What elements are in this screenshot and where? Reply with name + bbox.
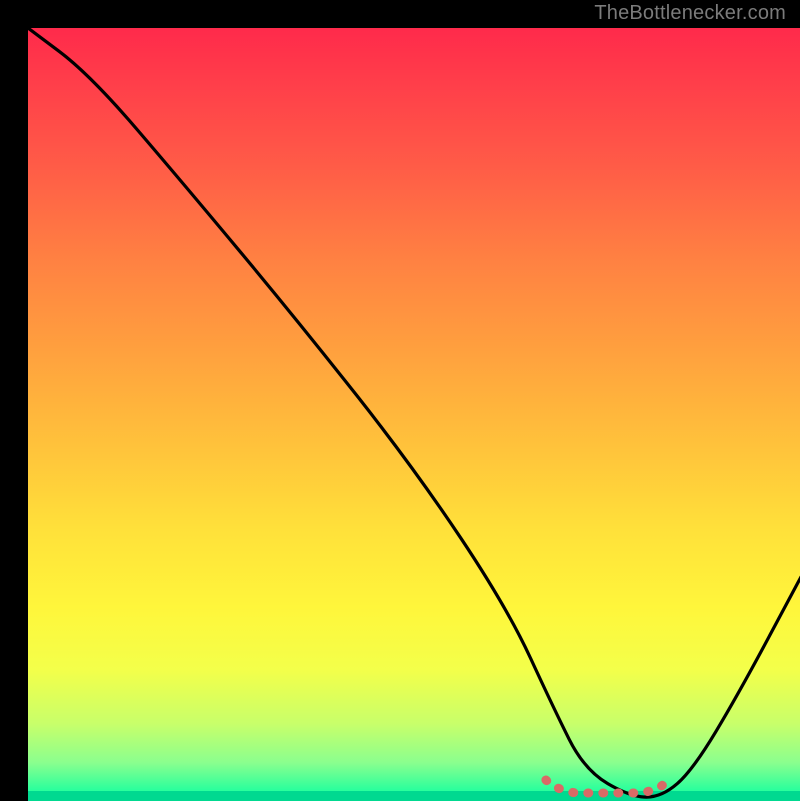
curve-layer (28, 28, 800, 801)
watermark-text: TheBottlenecker.com (594, 2, 786, 25)
chart-frame (14, 14, 787, 787)
bottleneck-curve (28, 28, 800, 797)
plot-area (28, 28, 800, 801)
